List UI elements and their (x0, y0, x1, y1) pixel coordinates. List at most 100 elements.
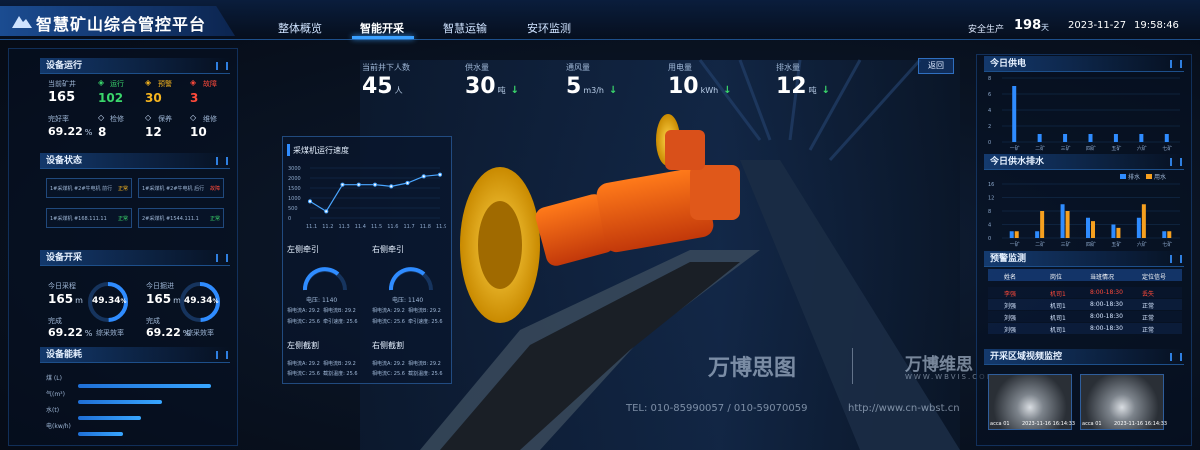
table-cell: 8:00-18:30 (1090, 325, 1123, 332)
bar (1063, 134, 1068, 142)
right-voltage: 电压: 1140 (392, 297, 424, 304)
bar (1009, 231, 1014, 238)
x-tick-label: 11.9 (436, 224, 446, 230)
right-traction-title: 右侧牵引 (372, 245, 404, 254)
watermark-brand1: 万博思图 (708, 356, 797, 381)
y-tick-label: 8 (988, 209, 991, 215)
watermark-divider (852, 348, 853, 384)
legend-use-swatch (1146, 174, 1152, 179)
stat-drain-value: 12 吨 ↓ (776, 74, 831, 99)
check-label: 检修 (110, 115, 124, 123)
done2-label: 完成 (146, 317, 160, 325)
y-tick-label: 1000 (288, 196, 301, 202)
y-tick-label: 0 (288, 216, 291, 222)
traction-row: 相电流C: 25.6 牵引速度: 25.6 (287, 319, 358, 325)
x-tick-label: 11.1 (306, 224, 317, 230)
panel-title-alert: 预警监测 (984, 251, 1184, 267)
status-card-state: 正常 (210, 216, 221, 222)
x-tick-label: 一矿 (1010, 145, 1020, 152)
x-tick-label: 11.3 (339, 224, 350, 230)
good-rate-label: 完好率 (48, 115, 69, 123)
x-tick-label: 三矿 (1061, 145, 1071, 152)
status-card-text: 1#采煤机 #168.111.11 (50, 216, 107, 222)
y-tick-label: 2000 (288, 176, 301, 182)
panel-title-energy: 设备能耗 (40, 347, 230, 363)
bar (1141, 204, 1146, 238)
today-mining-value: 165 m (48, 292, 83, 306)
x-tick-label: 11.2 (322, 224, 333, 230)
x-tick-label: 11.4 (355, 224, 366, 230)
x-tick-label: 四矿 (1086, 241, 1096, 248)
done-value: 69.22% (48, 326, 93, 339)
panel-title-equipment-run: 设备运行 (40, 58, 230, 74)
bar (1088, 134, 1093, 142)
mountain-logo-icon (12, 16, 32, 28)
bar (1136, 217, 1141, 238)
table-cell: 刘强 (1004, 327, 1017, 334)
maintain-icon: ◇ (145, 113, 152, 122)
left-traction-gauge (302, 267, 347, 291)
watermark-url: http://www.cn-wbst.cn (848, 403, 960, 414)
nav-env-monitor[interactable]: 安环监测 (527, 20, 571, 36)
energy-bar (78, 400, 162, 404)
running-value: 102 (98, 91, 124, 105)
table-cell: 机司1 (1050, 327, 1066, 334)
x-tick-label: 七矿 (1162, 145, 1172, 152)
back-button[interactable]: 返回 (918, 58, 954, 74)
nav-active-underline (352, 36, 414, 39)
x-tick-label: 11.6 (387, 224, 398, 230)
warning-icon: ◈ (145, 78, 152, 87)
x-tick-label: 11.8 (420, 224, 431, 230)
y-tick-label: 2 (988, 124, 991, 130)
cut-row: 相电流C: 25.6 截割温度: 25.6 (372, 371, 443, 377)
stat-power-value: 10 kWh ↓ (668, 74, 732, 99)
stat-water-label: 供水量 (465, 63, 489, 72)
app-title: 智慧矿山综合管控平台 (36, 15, 207, 34)
watermark-brand2: 万博维思 (905, 355, 973, 375)
status-card-state: 正常 (118, 186, 129, 192)
y-tick-label: 0 (988, 140, 991, 146)
data-point (307, 199, 313, 204)
traction-row: 相电流A: 29.2 相电流B: 29.2 (372, 308, 441, 314)
y-tick-label: 16 (988, 182, 994, 188)
cut-row: 相电流A: 29.2 相电流B: 29.2 (372, 361, 441, 367)
nav-smart-mining[interactable]: 智能开采 (360, 20, 404, 36)
x-tick-label: 二矿 (1035, 145, 1045, 152)
speed-line (309, 174, 441, 213)
warning-value: 30 (145, 91, 162, 105)
panel-title-equipment-status: 设备状态 (40, 153, 230, 169)
repair-label: 维修 (203, 115, 217, 123)
right-traction-gauge (388, 267, 433, 291)
ring-right-percent: 49.34% (184, 296, 219, 306)
running-label: 运行 (110, 80, 124, 88)
nav-smart-transport[interactable]: 智慧运输 (443, 20, 487, 36)
bar (1091, 221, 1095, 238)
status-card-state: 正常 (118, 216, 129, 222)
x-tick-label: 五矿 (1111, 241, 1121, 248)
data-point (324, 209, 329, 214)
y-tick-label: 500 (288, 206, 298, 212)
stat-vent-value: 5 m3/h ↓ (566, 74, 618, 99)
stat-water-value: 30 吨 ↓ (465, 74, 520, 99)
good-rate-value: 69.22% (48, 125, 93, 138)
x-tick-label: 六矿 (1137, 145, 1147, 152)
table-cell: 李强 (1004, 291, 1017, 298)
energy-label: 电(kw/h) (46, 423, 71, 430)
data-point (437, 172, 443, 177)
bar (1113, 134, 1118, 142)
data-point (405, 180, 410, 186)
down-arrow-icon: ↓ (608, 85, 618, 96)
status-card-text: 1#采煤机 #2#牛电机 后行 (142, 186, 205, 192)
bar (1012, 86, 1017, 142)
table-cell: 机司1 (1050, 303, 1066, 310)
shearer-title-bar (287, 144, 290, 156)
energy-label: 煤 (L) (46, 375, 62, 382)
panel-title-today-power: 今日供电 (984, 56, 1184, 72)
check-value: 8 (98, 125, 107, 139)
x-tick-label: 五矿 (1111, 145, 1121, 152)
bar (1037, 134, 1042, 142)
cut-row: 相电流A: 29.2 相电流B: 29.2 (287, 361, 356, 367)
mine-label: 当前矿井 (48, 80, 76, 88)
nav-overview[interactable]: 整体概览 (278, 20, 322, 36)
down-arrow-icon: ↓ (723, 85, 732, 96)
